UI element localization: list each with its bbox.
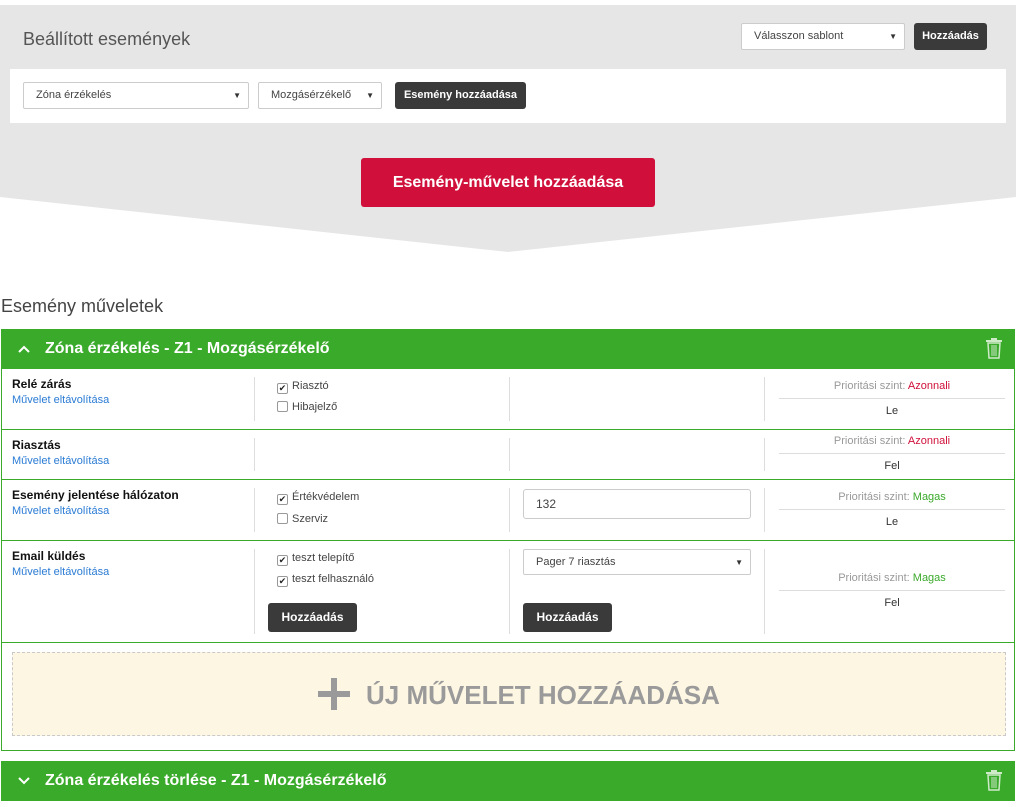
group-body: Relé zárás Művelet eltávolítása ✔ Riasztó… [1,369,1015,751]
new-action-dropzone[interactable]: ÚJ MŰVELET HOZZÁADÁSA [12,652,1006,736]
add-pager-button[interactable]: Hozzáadás [523,603,612,632]
remove-action-link[interactable]: Művelet eltávolítása [12,455,109,467]
direction-value[interactable]: Fel [779,597,1005,609]
add-event-button[interactable]: Esemény hozzáadása [395,82,526,109]
remove-action-link[interactable]: Művelet eltávolítása [12,505,109,517]
template-select[interactable]: Válasszon sablont ▼ [741,23,905,50]
column-divider [509,488,510,532]
priority-label: Prioritási szint: [833,380,906,392]
priority-label: Prioritási szint: [838,491,910,503]
action-title: Email küldés [12,549,86,563]
remove-action-link[interactable]: Művelet eltávolítása [12,566,109,578]
priority-divider [779,509,1005,510]
action-row: Riasztás Művelet eltávolítása Prioritási… [2,430,1014,480]
priority-divider [779,453,1005,454]
column-divider [509,438,510,471]
checkbox-option[interactable]: Szerviz [277,513,328,525]
priority-divider [779,590,1005,591]
column-divider [764,377,765,421]
checkbox-checked-icon: ✔ [277,555,288,566]
pager-select-value: Pager 7 riasztás [536,556,616,568]
checkbox-label: teszt felhasználó [292,573,374,585]
action-title: Esemény jelentése hálózaton [12,488,179,502]
checkbox-option[interactable]: ✔ Riasztó [277,380,329,394]
page-title: Beállított események [23,29,191,49]
report-code-input[interactable]: 132 [523,489,751,519]
caret-down-icon: ▼ [233,91,241,100]
priority-value: Azonnali [907,435,951,447]
priority-value: Magas [912,572,946,584]
column-divider [254,377,255,421]
priority-info: Prioritási szint: Magas [779,572,1005,584]
action-row: Relé zárás Művelet eltávolítása ✔ Riasztó… [2,369,1014,430]
priority-info: Prioritási szint: Magas [779,491,1005,503]
column-divider [764,438,765,471]
action-title: Riasztás [12,438,61,452]
column-divider [254,488,255,532]
column-divider [254,549,255,634]
direction-value[interactable]: Fel [779,460,1005,472]
priority-label: Prioritási szint: [833,435,906,447]
column-divider [254,438,255,471]
group-header-expanded[interactable]: Zóna érzékelés - Z1 - Mozgásérzékelő [1,329,1015,369]
pager-select[interactable]: Pager 7 riasztás ▼ [523,549,751,575]
checkbox-label: Hibajelző [292,401,338,413]
priority-info: Prioritási szint: Azonnali [779,435,1005,447]
priority-value: Azonnali [907,380,951,392]
checkbox-label: Szerviz [292,513,329,525]
checkbox-label: teszt telepítő [292,552,355,564]
trash-icon[interactable] [985,769,1003,791]
checkbox-option[interactable]: ✔ teszt telepítő [277,552,354,566]
sensor-select[interactable]: Mozgásérzékelő ▼ [258,82,382,109]
checkbox-checked-icon: ✔ [277,576,288,587]
group-title: Zóna érzékelés - Z1 - Mozgásérzékelő [45,340,330,357]
checkbox-empty-icon [277,513,288,524]
new-action-label: ÚJ MŰVELET HOZZÁADÁSA [366,680,720,710]
priority-value: Magas [912,491,946,503]
priority-label: Prioritási szint: [838,572,910,584]
checkbox-option[interactable]: ✔ teszt felhasználó [277,573,374,587]
caret-down-icon: ▼ [366,91,374,100]
section-title: Esemény műveletek [1,296,164,316]
action-title: Relé zárás [12,377,72,391]
checkbox-checked-icon: ✔ [277,383,288,394]
add-event-action-button[interactable]: Esemény-művelet hozzáadása [361,158,655,207]
zone-select[interactable]: Zóna érzékelés ▼ [23,82,249,109]
remove-action-link[interactable]: Művelet eltávolítása [12,394,109,406]
priority-info: Prioritási szint: Azonnali [779,380,1005,392]
caret-down-icon: ▼ [735,558,743,567]
checkbox-checked-icon: ✔ [277,494,288,505]
trash-icon[interactable] [985,337,1003,359]
template-select-value: Válasszon sablont [754,30,844,42]
column-divider [764,488,765,532]
checkbox-empty-icon [277,401,288,412]
zone-select-value: Zóna érzékelés [36,89,112,101]
column-divider [509,549,510,634]
checkbox-label: Riasztó [292,380,329,392]
column-divider [509,377,510,421]
plus-icon [318,678,350,710]
direction-value[interactable]: Le [779,516,1005,528]
action-row: Email küldés Művelet eltávolítása ✔ teszt… [2,541,1014,643]
action-row: Esemény jelentése hálózaton Művelet eltá… [2,480,1014,541]
event-filter-row: Zóna érzékelés ▼ Mozgásérzékelő ▼ Esemén… [10,69,1006,123]
direction-value[interactable]: Le [779,405,1005,417]
add-template-button[interactable]: Hozzáadás [914,23,987,50]
caret-down-icon: ▼ [889,32,897,41]
group-title: Zóna érzékelés törlése - Z1 - Mozgásérzé… [45,772,387,789]
add-recipient-button[interactable]: Hozzáadás [268,603,357,632]
group-header-collapsed[interactable]: Zóna érzékelés törlése - Z1 - Mozgásérzé… [1,761,1015,801]
chevron-down-icon [18,777,30,785]
chevron-up-icon [18,345,30,353]
column-divider [764,549,765,634]
priority-divider [779,398,1005,399]
sensor-select-value: Mozgásérzékelő [271,89,352,101]
checkbox-label: Értékvédelem [292,491,360,503]
checkbox-option[interactable]: Hibajelző [277,401,337,413]
checkbox-option[interactable]: ✔ Értékvédelem [277,491,359,505]
